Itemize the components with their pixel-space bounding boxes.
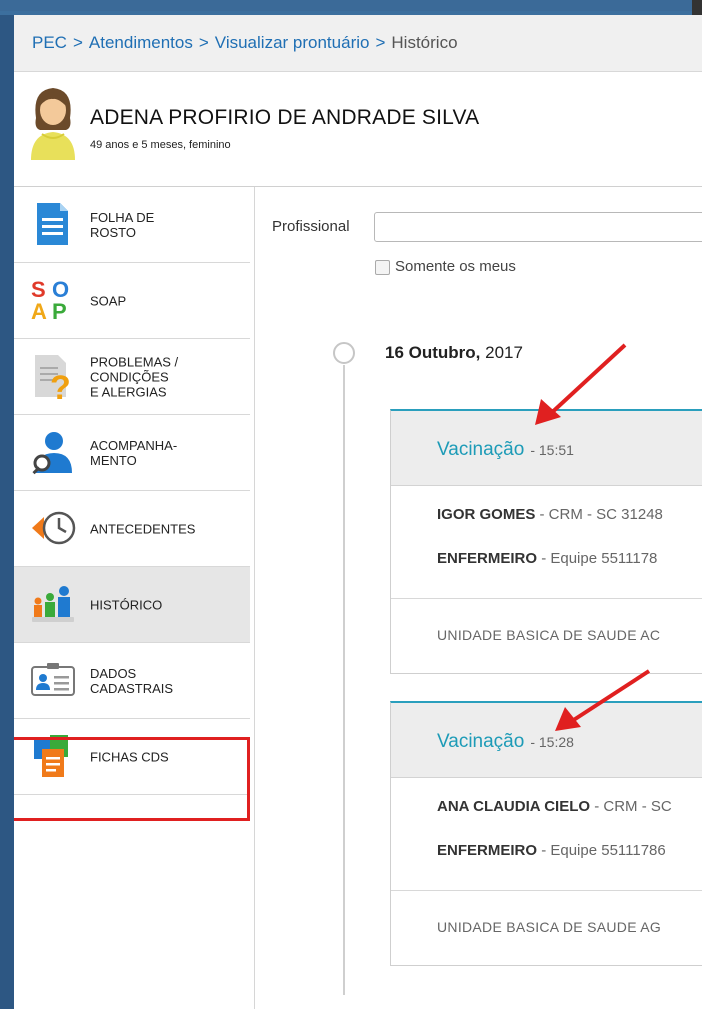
card-title-text: Vacinação	[437, 731, 525, 752]
annotation-arrow	[555, 669, 651, 731]
patient-name: ADENA PROFIRIO DE ANDRADE SILVA	[90, 106, 480, 129]
patient-info: 49 anos e 5 meses, feminino	[90, 139, 231, 151]
card-professional: ANA CLAUDIA CIELO - CRM - SC ENFERMEIRO …	[391, 778, 702, 891]
card-unit: UNIDADE BASICA DE SAUDE AC	[391, 599, 702, 673]
svg-text:P: P	[52, 299, 67, 323]
breadcrumb-separator: >	[72, 33, 83, 52]
patient-avatar-icon	[31, 88, 75, 160]
history-card[interactable]: Vacinação - 15:28 ANA CLAUDIA CIELO - CRM…	[390, 701, 702, 966]
sidebar-item-label: ACOMPANHA- MENTO	[90, 437, 178, 468]
soap-icon: S O A P	[31, 277, 69, 323]
sidebar-item-soap[interactable]: S O A P SOAP	[14, 263, 250, 339]
breadcrumb-current: Histórico	[391, 33, 458, 52]
sidebar-item-antecedentes[interactable]: ANTECEDENTES	[14, 491, 250, 567]
sidebar-item-label: SOAP	[90, 293, 127, 308]
date-year: 2017	[485, 343, 523, 362]
sidebar-item-label: PROBLEMAS / CONDIÇÕES E ALERGIAS	[90, 354, 179, 399]
family-icon	[32, 586, 74, 622]
card-professional: IGOR GOMES - CRM - SC 31248 ENFERMEIRO -…	[391, 486, 702, 599]
svg-text:A: A	[31, 299, 47, 323]
sidebar-item-folha-de-rosto[interactable]: FOLHA DE ROSTO	[14, 187, 250, 263]
window-top-strip	[0, 0, 702, 15]
sidebar-item-label: DADOS CADASTRAIS	[90, 665, 174, 696]
role-line: ENFERMEIRO - Equipe 5511178	[437, 550, 657, 567]
patient-header: ADENA PROFIRIO DE ANDRADE SILVA 49 anos …	[14, 72, 702, 187]
health-unit-name: UNIDADE BASICA DE SAUDE AG	[437, 919, 662, 935]
breadcrumb-link-pec[interactable]: PEC	[32, 33, 67, 52]
sidebar-item-label: HISTÓRICO	[90, 597, 163, 612]
professional-team: - Equipe 55111786	[541, 842, 666, 859]
sidebar-item-acompanhamento[interactable]: ACOMPANHA- MENTO	[14, 415, 250, 491]
profissional-label: Profissional	[272, 218, 350, 235]
professional-registration: - CRM - SC 31248	[539, 506, 663, 523]
timeline-line	[343, 365, 345, 995]
history-panel: Profissional Somente os meus 16 Outubro,…	[255, 187, 702, 1009]
breadcrumb: PEC > Atendimentos > Visualizar prontuário > H…	[14, 15, 702, 72]
professional-name: IGOR GOMES	[437, 506, 536, 523]
sidebar-item-problemas[interactable]: ? PROBLEMAS / CONDIÇÕES E ALERGIAS	[14, 339, 250, 415]
professional-line: ANA CLAUDIA CIELO - CRM - SC	[437, 798, 672, 815]
timeline-dot	[333, 342, 355, 364]
professional-registration: - CRM - SC	[594, 798, 672, 815]
sidebar-item-historico[interactable]: HISTÓRICO	[14, 567, 250, 643]
breadcrumb-link-atendimentos[interactable]: Atendimentos	[89, 33, 193, 52]
sidebar-item-label: FOLHA DE ROSTO	[90, 209, 155, 240]
professional-role: ENFERMEIRO	[437, 550, 538, 567]
profissional-input[interactable]	[374, 212, 702, 242]
card-title: Vacinação - 15:51	[437, 439, 574, 461]
professional-role: ENFERMEIRO	[437, 842, 538, 859]
breadcrumb-separator: >	[375, 33, 386, 52]
sidebar-item-label: ANTECEDENTES	[90, 521, 196, 536]
timeline-date: 16 Outubro, 2017	[385, 343, 523, 363]
health-unit-name: UNIDADE BASICA DE SAUDE AC	[437, 627, 661, 643]
breadcrumb-link-prontuario[interactable]: Visualizar prontuário	[215, 33, 370, 52]
history-card[interactable]: Vacinação - 15:51 IGOR GOMES - CRM - SC 3…	[390, 409, 702, 674]
professional-name: ANA CLAUDIA CIELO	[437, 798, 591, 815]
role-line: ENFERMEIRO - Equipe 55111786	[437, 842, 666, 859]
app-frame: PEC > Atendimentos > Visualizar prontuário > H…	[14, 15, 702, 1009]
id-card-icon	[31, 663, 75, 696]
active-item-highlight	[14, 737, 250, 821]
card-time: - 15:51	[530, 442, 574, 458]
sidebar: FOLHA DE ROSTO S O A P SOAP ? PROBLEMAS …	[14, 187, 255, 1009]
professional-team: - Equipe 5511178	[541, 550, 658, 567]
person-search-icon	[32, 432, 72, 475]
card-time: - 15:28	[530, 734, 574, 750]
question-document-icon: ?	[35, 355, 71, 399]
card-unit: UNIDADE BASICA DE SAUDE AG	[391, 891, 702, 965]
only-mine-label[interactable]: Somente os meus	[395, 258, 516, 275]
professional-line: IGOR GOMES - CRM - SC 31248	[437, 506, 663, 523]
card-title-text: Vacinação	[437, 439, 525, 460]
breadcrumb-separator: >	[198, 33, 209, 52]
only-mine-checkbox[interactable]	[375, 260, 390, 275]
clock-back-icon	[32, 511, 76, 545]
annotation-arrow	[535, 343, 627, 425]
document-icon	[37, 203, 68, 245]
sidebar-item-dados-cadastrais[interactable]: DADOS CADASTRAIS	[14, 643, 250, 719]
svg-text:?: ?	[50, 369, 71, 399]
date-day: 16 Outubro,	[385, 343, 481, 362]
